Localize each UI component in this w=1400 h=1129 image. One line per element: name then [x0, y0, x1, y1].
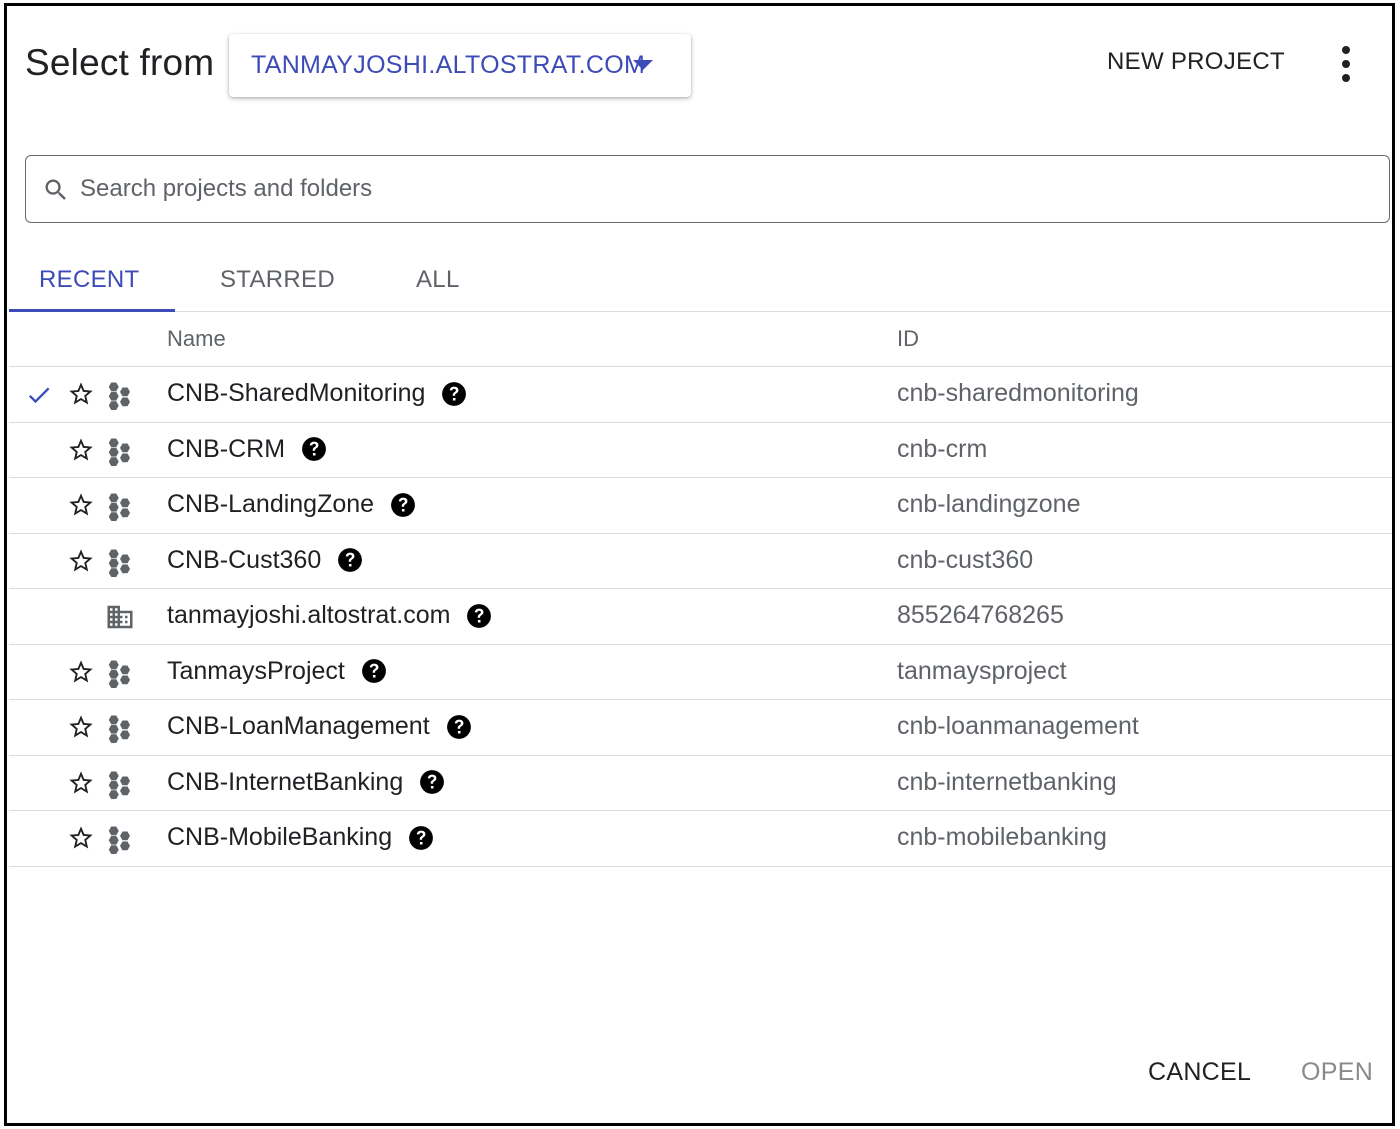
row-id: cnb-crm [897, 434, 988, 463]
row-name-cell[interactable]: CNB-CRM [167, 435, 327, 464]
organization-name: TANMAYJOSHI.ALTOSTRAT.COM [251, 51, 646, 79]
row-id: cnb-sharedmonitoring [897, 379, 1139, 407]
row-name-cell[interactable]: CNB-SharedMonitoring [167, 379, 467, 408]
row-id: cnb-internetbanking [897, 767, 1117, 796]
row-name: CNB-MobileBanking [167, 823, 393, 851]
star-outline-icon[interactable] [67, 547, 95, 575]
row-id: cnb-loanmanagement [897, 712, 1139, 740]
tab-starred[interactable]: STARRED [220, 266, 335, 294]
active-tab-indicator [9, 309, 175, 312]
table-row[interactable]: CNB-LandingZone cnb-landingzone [9, 478, 1392, 534]
help-icon[interactable] [361, 658, 387, 684]
open-button[interactable]: OPEN [1301, 1058, 1373, 1087]
table-row[interactable]: CNB-CRM cnb-crm [9, 423, 1392, 478]
row-name-cell[interactable]: tanmayjoshi.altostrat.com [167, 601, 492, 630]
project-list: CNB-SharedMonitoring cnb-sharedmonitoring… [9, 367, 1392, 867]
dropdown-arrow-icon [633, 60, 653, 70]
project-icon [105, 769, 135, 799]
row-name-cell[interactable]: CNB-LoanManagement [167, 712, 472, 741]
row-name: CNB-InternetBanking [167, 767, 404, 796]
checkmark-icon [25, 381, 53, 407]
tab-all[interactable]: ALL [416, 266, 460, 294]
row-name: TanmaysProject [167, 656, 345, 685]
project-icon [105, 658, 135, 688]
organization-icon [105, 602, 135, 632]
help-icon[interactable] [390, 492, 416, 518]
star-outline-icon[interactable] [67, 713, 95, 741]
row-name: CNB-LoanManagement [167, 712, 430, 740]
table-row[interactable]: CNB-LoanManagement cnb-loanmanagement [9, 700, 1392, 756]
project-icon [105, 713, 135, 743]
row-name: tanmayjoshi.altostrat.com [167, 601, 451, 629]
project-icon [105, 824, 135, 854]
row-id: tanmaysproject [897, 656, 1067, 685]
help-icon[interactable] [466, 603, 492, 629]
project-icon [105, 436, 135, 466]
tab-recent[interactable]: RECENT [39, 266, 139, 294]
row-name-cell[interactable]: CNB-Cust360 [167, 546, 363, 575]
star-outline-icon[interactable] [67, 824, 95, 852]
more-vert-icon[interactable] [1337, 46, 1357, 82]
row-name: CNB-LandingZone [167, 490, 375, 518]
star-outline-icon[interactable] [67, 769, 95, 797]
search-input[interactable] [80, 166, 1370, 212]
help-icon[interactable] [441, 381, 467, 407]
row-name-cell[interactable]: TanmaysProject [167, 657, 387, 686]
table-row[interactable]: CNB-Cust360 cnb-cust360 [9, 534, 1392, 589]
row-name: CNB-CRM [167, 434, 286, 463]
organization-dropdown[interactable]: TANMAYJOSHI.ALTOSTRAT.COM [229, 34, 691, 97]
table-row[interactable]: tanmayjoshi.altostrat.com 855264768265 [9, 589, 1392, 645]
row-id: cnb-mobilebanking [897, 823, 1107, 851]
row-name-cell[interactable]: CNB-LandingZone [167, 490, 416, 519]
row-name-cell[interactable]: CNB-MobileBanking [167, 823, 434, 852]
table-row[interactable]: CNB-InternetBanking cnb-internetbanking [9, 756, 1392, 811]
project-icon [105, 491, 135, 521]
table-row[interactable]: CNB-MobileBanking cnb-mobilebanking [9, 811, 1392, 867]
new-project-button[interactable]: NEW PROJECT [1107, 48, 1285, 76]
star-outline-icon[interactable] [67, 491, 95, 519]
column-header-name: Name [167, 326, 226, 351]
dialog-title: Select from [25, 42, 215, 83]
help-icon[interactable] [446, 714, 472, 740]
project-picker-dialog: Select from TANMAYJOSHI.ALTOSTRAT.COM NE… [4, 3, 1395, 1126]
star-outline-icon[interactable] [67, 380, 95, 408]
search-icon [45, 179, 66, 200]
project-icon [105, 547, 135, 577]
tab-bar: RECENT STARRED ALL [9, 258, 1392, 312]
row-id: cnb-cust360 [897, 545, 1034, 574]
help-icon[interactable] [419, 769, 445, 795]
star-outline-icon[interactable] [67, 436, 95, 464]
help-icon[interactable] [301, 436, 327, 462]
help-icon[interactable] [337, 547, 363, 573]
column-header-id: ID [897, 326, 919, 351]
table-row[interactable]: CNB-SharedMonitoring cnb-sharedmonitoring [9, 367, 1392, 423]
row-id: 855264768265 [897, 601, 1064, 629]
search-box [25, 155, 1390, 223]
row-id: cnb-landingzone [897, 490, 1081, 518]
help-icon[interactable] [408, 825, 434, 851]
row-name: CNB-Cust360 [167, 545, 322, 574]
star-outline-icon[interactable] [67, 658, 95, 686]
table-row[interactable]: TanmaysProject tanmaysproject [9, 645, 1392, 700]
cancel-button[interactable]: CANCEL [1148, 1058, 1251, 1087]
row-name-cell[interactable]: CNB-InternetBanking [167, 768, 445, 797]
project-icon [105, 380, 135, 410]
row-name: CNB-SharedMonitoring [167, 379, 426, 407]
